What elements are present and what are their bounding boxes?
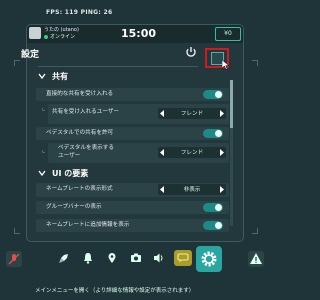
setting-row: ペデスタルでの共有を許可 xyxy=(36,127,229,140)
hint-text: メインメニューを開く（より詳細な情報や設定が表示されます） xyxy=(35,288,195,294)
toggle-switch[interactable] xyxy=(203,203,223,212)
warning-icon xyxy=(250,253,262,264)
setting-row: グループバナーの表示 xyxy=(36,201,229,214)
wallet-button[interactable]: ¥0 xyxy=(215,27,241,41)
chevron-down-icon[interactable] xyxy=(38,72,46,80)
online-status-text: オンライン xyxy=(50,34,76,40)
setting-label: ネームプレートに追加情報を表示 xyxy=(46,222,130,228)
map-pin-icon[interactable] xyxy=(106,252,118,264)
frame-corner xyxy=(14,228,20,234)
indent-marker: ⌞ xyxy=(42,146,46,154)
select-value: フレンド xyxy=(180,150,204,156)
gear-icon xyxy=(201,251,217,267)
setting-label: 直接的な共有を受け入れる xyxy=(46,91,114,97)
setting-row: ネームプレートに追加情報を表示 xyxy=(36,219,229,232)
setting-label-line2: ユーザー xyxy=(58,153,81,159)
toggle-switch[interactable] xyxy=(203,90,223,99)
divider xyxy=(38,66,198,67)
section-header-sharing[interactable]: 共有 xyxy=(52,71,68,82)
setting-row: ネームプレートの表示形式 非表示 xyxy=(36,183,229,197)
arrow-right-icon[interactable] xyxy=(219,149,225,156)
toggle-switch[interactable] xyxy=(203,221,223,230)
frame-corner xyxy=(252,60,258,66)
setting-row: 直接的な共有を受け入れる xyxy=(36,88,229,101)
camera-icon[interactable] xyxy=(130,252,142,264)
panel-topbar: うたの (utano) オンライン 15:00 ¥0 xyxy=(27,25,243,43)
toggle-knob xyxy=(215,222,222,229)
toggle-switch[interactable] xyxy=(203,129,223,138)
settings-button[interactable] xyxy=(196,246,222,272)
online-dot-icon xyxy=(44,34,48,39)
setting-label-line1: ペデスタルを表示する xyxy=(58,145,114,151)
select-field[interactable]: フレンド xyxy=(158,147,226,158)
frame-corner xyxy=(14,60,20,66)
setting-label: 共有を受け入れるユーザー xyxy=(52,109,120,115)
online-status: オンライン xyxy=(44,33,75,40)
select-field[interactable]: 非表示 xyxy=(158,184,226,195)
indent-marker: ⌞ xyxy=(42,104,46,112)
select-value: 非表示 xyxy=(183,187,201,193)
toggle-knob xyxy=(215,91,222,98)
bell-icon[interactable] xyxy=(82,252,94,264)
fps-ping-readout: FPS: 119 PING: 26 xyxy=(46,9,113,16)
page-title: 設定 xyxy=(21,50,40,60)
select-value: フレンド xyxy=(180,111,204,117)
chat-button[interactable] xyxy=(174,250,192,266)
setting-row: 共有を受け入れるユーザー フレンド xyxy=(48,104,229,124)
arrow-right-icon[interactable] xyxy=(219,186,225,193)
setting-row: ペデスタルを表示する ユーザー フレンド xyxy=(48,143,229,163)
rocket-icon[interactable] xyxy=(58,252,70,264)
mic-muted-icon xyxy=(8,253,20,265)
setting-label: ペデスタルでの共有を許可 xyxy=(46,130,114,136)
chat-icon xyxy=(177,253,189,263)
select-field[interactable]: フレンド xyxy=(158,108,226,119)
section-header-ui-elements[interactable]: UI の要素 xyxy=(52,168,88,179)
toggle-knob xyxy=(215,130,222,137)
warning-button[interactable] xyxy=(248,251,264,267)
speaker-icon[interactable] xyxy=(153,252,165,264)
scrollbar-thumb[interactable] xyxy=(230,80,233,128)
power-icon[interactable] xyxy=(185,46,197,58)
scrollbar[interactable] xyxy=(230,80,233,226)
mic-muted-button[interactable] xyxy=(6,251,22,267)
username: うたの (utano) xyxy=(44,27,79,33)
setting-label: グループバナーの表示 xyxy=(46,204,102,210)
clock: 15:00 xyxy=(121,27,157,40)
arrow-right-icon[interactable] xyxy=(219,110,225,117)
chevron-down-icon[interactable] xyxy=(38,169,46,177)
frame-corner xyxy=(252,228,258,234)
avatar[interactable] xyxy=(29,27,41,39)
setting-label: ネームプレートの表示形式 xyxy=(46,186,113,192)
mouse-cursor-icon xyxy=(222,60,230,70)
toggle-knob xyxy=(215,204,222,211)
